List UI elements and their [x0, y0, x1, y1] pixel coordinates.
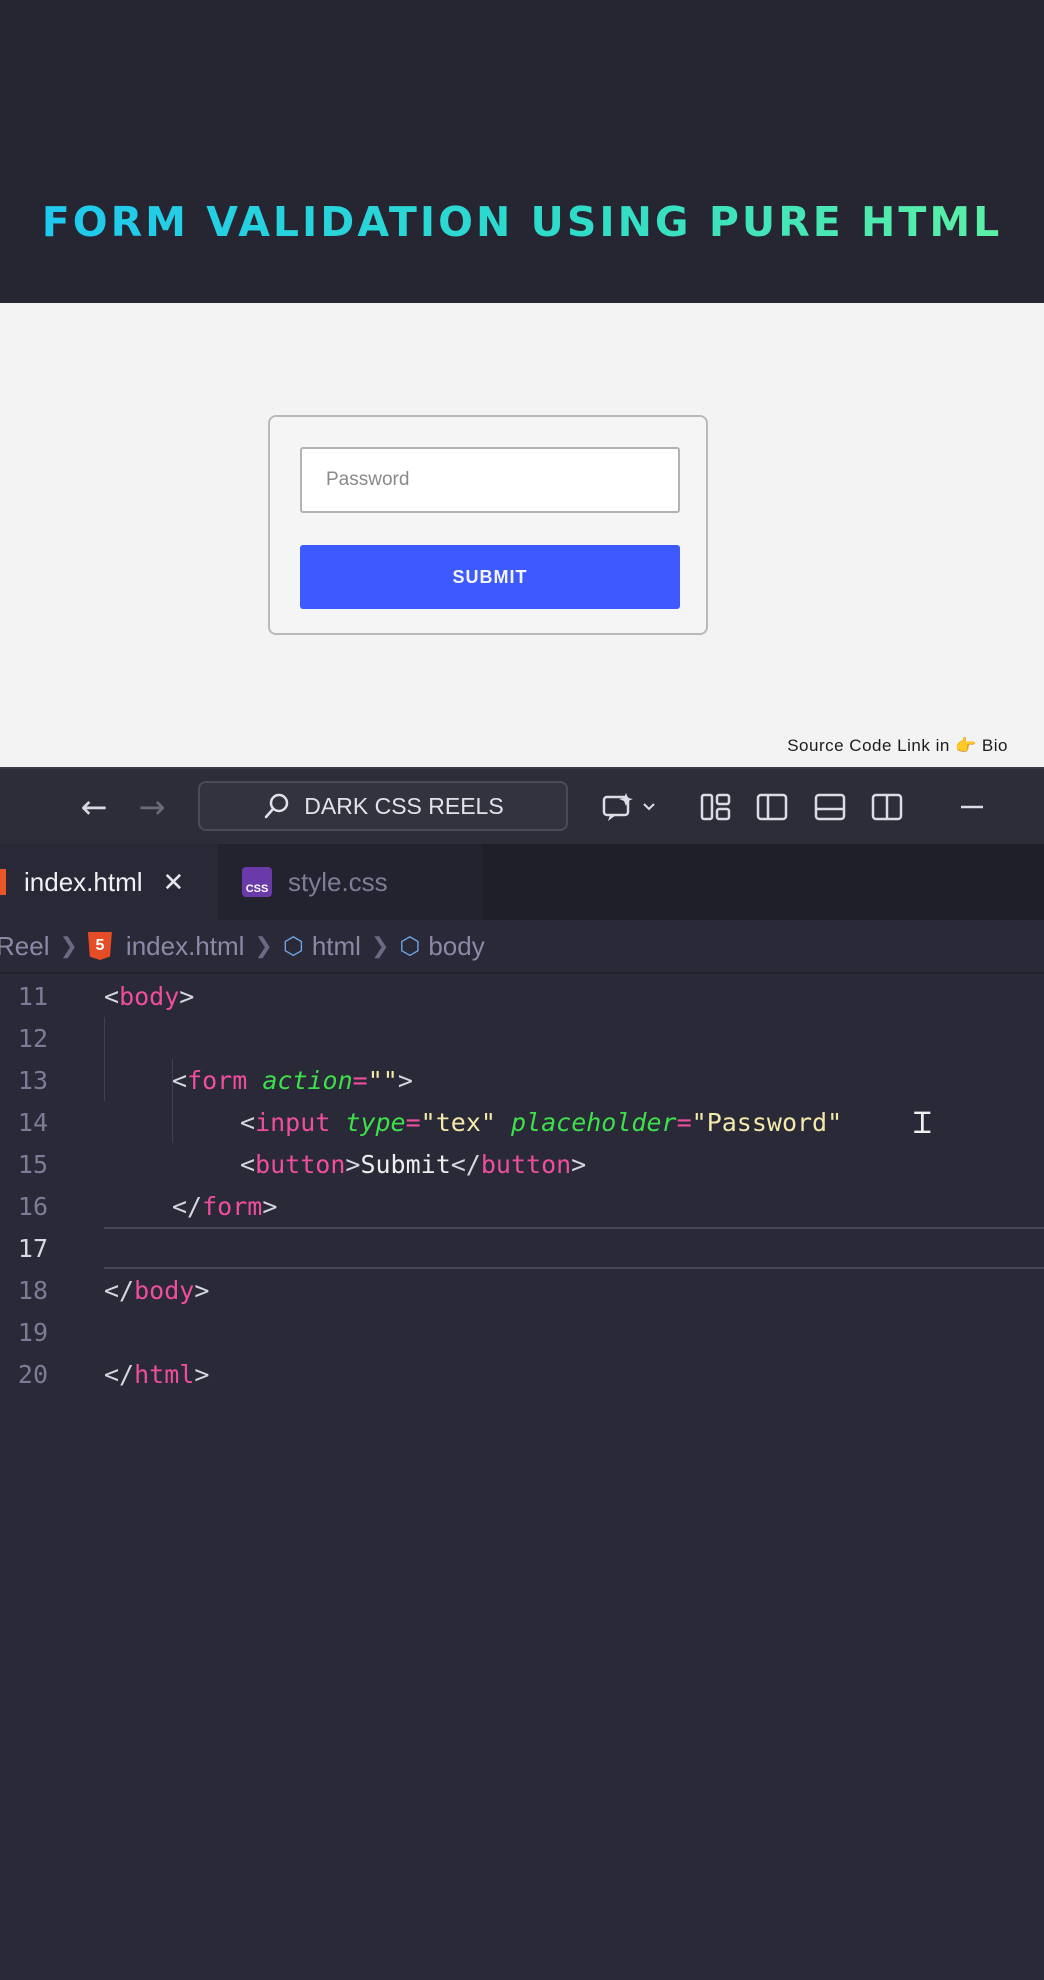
line-number: 15: [17, 1149, 48, 1179]
form-card: SUBMIT: [268, 415, 708, 635]
tab-style-css[interactable]: CSS style.css: [218, 844, 482, 920]
element-cube-icon: ⬡: [399, 932, 421, 960]
submit-button[interactable]: SUBMIT: [300, 545, 680, 609]
tab-label-index: index.html: [24, 866, 143, 897]
toggle-secondary-sidebar-icon[interactable]: [867, 787, 907, 827]
title-banner: FORM VALIDATION USING PURE HTML: [0, 0, 1044, 303]
banner-title: FORM VALIDATION USING PURE HTML: [0, 198, 1044, 246]
code-line: 13 <form action="">: [0, 1059, 1044, 1101]
code-text: <button>Submit</button>: [240, 1149, 587, 1179]
breadcrumb-root[interactable]: Reel: [0, 931, 49, 962]
line-number: 17: [17, 1233, 48, 1263]
editor-titlebar: ← → DARK CSS REELS: [0, 767, 1044, 846]
code-text: </body>: [104, 1275, 210, 1305]
code-line: 15 <button>Submit</button>: [0, 1143, 1044, 1185]
command-center-search[interactable]: DARK CSS REELS: [198, 781, 568, 831]
editor-tabs: index.html ✕ CSS style.css: [0, 844, 1044, 920]
code-text: <form action="">: [172, 1065, 413, 1095]
browser-preview: SUBMIT Source Code Link in 👉 Bio: [0, 303, 1044, 767]
code-editor[interactable]: 11 <body> 12 13 <form action=""> 14 <inp…: [0, 975, 1044, 1980]
customize-layout-icon[interactable]: [696, 787, 736, 827]
toggle-primary-sidebar-icon[interactable]: [752, 787, 792, 827]
source-code-note: Source Code Link in 👉 Bio: [787, 736, 1008, 755]
chevron-right-icon: ❯: [370, 933, 390, 958]
minimize-icon[interactable]: [952, 787, 992, 827]
breadcrumb-html[interactable]: html: [312, 931, 361, 962]
back-arrow-icon[interactable]: ←: [74, 787, 114, 827]
code-line: 14 <input type="tex" placeholder="Passwo…: [0, 1101, 1044, 1143]
line-number: 16: [17, 1191, 48, 1221]
line-number: 20: [17, 1359, 48, 1389]
code-line: 11 <body>: [0, 975, 1044, 1017]
tab-index-html[interactable]: index.html ✕: [0, 844, 218, 920]
code-line: 18 </body>: [0, 1269, 1044, 1311]
copilot-icon[interactable]: [596, 787, 666, 827]
code-line: 19: [0, 1311, 1044, 1353]
line-number: 14: [17, 1107, 48, 1137]
code-text: </html>: [104, 1359, 210, 1389]
code-line: 16 </form>: [0, 1185, 1044, 1227]
code-line: 20 </html>: [0, 1353, 1044, 1395]
code-line: 12: [0, 1017, 1044, 1059]
breadcrumb: Reel ❯ 5 index.html ❯ ⬡ html ❯ ⬡ body: [0, 920, 1044, 974]
tab-label-style: style.css: [288, 866, 388, 897]
chevron-right-icon: ❯: [254, 933, 273, 958]
line-number: 13: [17, 1065, 48, 1095]
search-icon: [265, 793, 289, 819]
search-label: DARK CSS REELS: [304, 792, 504, 819]
code-text: </form>: [172, 1191, 278, 1221]
code-line: 17: [0, 1227, 1044, 1269]
html5-file-icon: [0, 869, 6, 895]
close-icon[interactable]: ✕: [163, 867, 185, 898]
element-cube-icon: ⬡: [282, 932, 304, 960]
line-number: 19: [17, 1317, 48, 1347]
line-number: 11: [17, 981, 48, 1011]
code-text: <input type="tex" placeholder="Password": [240, 1107, 843, 1137]
line-number: 12: [17, 1023, 48, 1053]
breadcrumb-file[interactable]: index.html: [126, 931, 245, 962]
breadcrumb-body[interactable]: body: [428, 931, 484, 962]
text-cursor-icon: Ɪ: [914, 1106, 931, 1141]
code-text: <body>: [104, 981, 195, 1011]
chevron-right-icon: ❯: [59, 933, 78, 958]
line-number: 18: [17, 1275, 48, 1305]
toggle-panel-icon[interactable]: [810, 787, 850, 827]
html5-icon: 5: [87, 932, 112, 960]
forward-arrow-icon[interactable]: →: [132, 787, 172, 827]
password-input[interactable]: [300, 447, 680, 513]
css-file-icon: CSS: [242, 867, 272, 897]
